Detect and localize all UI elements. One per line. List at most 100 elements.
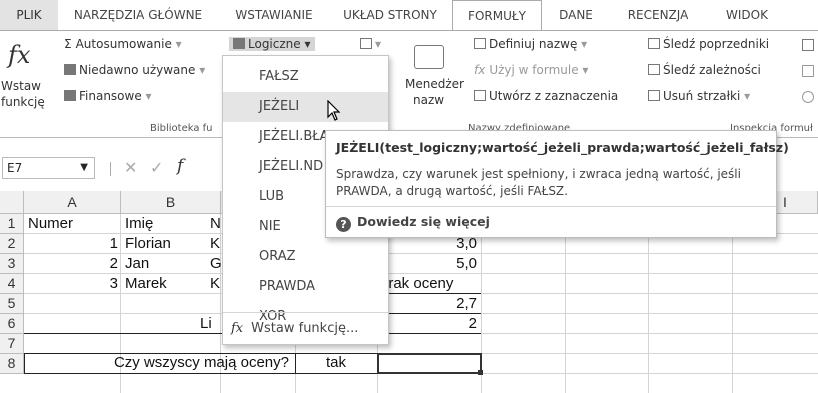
logical-button[interactable]: Logiczne ▾ xyxy=(229,37,315,51)
active-cell-e7[interactable] xyxy=(377,353,482,374)
cell-e4[interactable]: brak oceny xyxy=(380,274,453,294)
insert-function-label-2: funkcję xyxy=(1,95,45,109)
cell-a3[interactable]: 2 xyxy=(24,254,118,274)
learn-more-link[interactable]: ? Dowiedz się więcej xyxy=(336,214,490,232)
use-in-formula-button[interactable]: fx Użyj w formule ▾ xyxy=(474,63,588,77)
chevron-down-icon: ▾ xyxy=(199,63,206,77)
tooltip-description: Sprawdza, czy warunek jest spełniony, i … xyxy=(336,167,741,198)
error-checking-icon[interactable] xyxy=(802,65,814,77)
row-header[interactable]: 6 xyxy=(0,314,24,334)
name-manager-icon xyxy=(414,45,444,69)
cell-e5[interactable]: 2,7 xyxy=(377,294,477,314)
autosum-button[interactable]: Σ Autosumowanie ▾ xyxy=(64,37,182,51)
fill-handle[interactable] xyxy=(478,370,483,375)
insert-function-button[interactable]: fx Wstaw funkcję xyxy=(0,31,46,121)
fx-small-icon: fx xyxy=(474,63,486,77)
recent-label: Niedawno używane xyxy=(79,63,196,77)
cell-a2[interactable]: 1 xyxy=(24,234,118,254)
lookup-book-icon xyxy=(360,38,372,49)
show-formulas-icon[interactable] xyxy=(802,39,814,51)
trace-dependents-button[interactable]: Śledź zależności xyxy=(648,63,761,77)
cell-c4[interactable]: K xyxy=(210,274,220,294)
ribbon-tabs: PLIK NARZĘDZIA GŁÓWNE WSTAWIANIE UKŁAD S… xyxy=(0,0,818,31)
name-box-value: E7 xyxy=(7,161,23,175)
library-group-label: Biblioteka fu xyxy=(150,123,213,134)
trace-precedents-button[interactable]: Śledź poprzedniki xyxy=(648,37,769,51)
financial-label: Finansowe xyxy=(79,89,142,103)
name-manager-label-2[interactable]: nazw xyxy=(413,93,444,107)
cell-c1[interactable]: N xyxy=(210,214,221,234)
evaluate-formula-icon[interactable] xyxy=(802,91,814,103)
chevron-down-icon: ▾ xyxy=(582,63,589,77)
column-header-i[interactable]: I xyxy=(775,191,795,214)
cell-d7[interactable]: tak xyxy=(295,353,377,373)
menu-item-oraz[interactable]: ORAZ xyxy=(223,242,388,272)
cell-c2[interactable]: K xyxy=(210,234,220,254)
cell-b2[interactable]: Florian xyxy=(125,234,171,254)
learn-more-label: Dowiedz się więcej xyxy=(357,214,490,229)
tab-insert[interactable]: WSTAWIANIE xyxy=(220,0,328,30)
cell-b1[interactable]: Imię xyxy=(125,214,153,234)
mouse-cursor-icon xyxy=(327,100,341,121)
name-box[interactable]: E7 ▼ xyxy=(2,157,95,179)
cell-a4[interactable]: 3 xyxy=(24,274,118,294)
financial-button[interactable]: Finansowe ▾ xyxy=(64,89,152,103)
tab-page-layout[interactable]: UKŁAD STRONY xyxy=(330,0,450,30)
tab-data[interactable]: DANE xyxy=(546,0,606,30)
row-header[interactable]: 2 xyxy=(0,234,24,254)
menu-item-insert-function[interactable]: fx Wstaw funkcję... xyxy=(223,314,388,344)
cell-b3[interactable]: Jan xyxy=(125,254,149,274)
chevron-down-icon: ▾ xyxy=(175,37,182,51)
confirm-icon[interactable]: ✓ xyxy=(150,158,163,177)
row-header[interactable]: 5 xyxy=(0,294,24,314)
row-header[interactable]: 4 xyxy=(0,274,24,294)
cancel-icon[interactable]: ✕ xyxy=(124,158,137,177)
fx-icon: fx xyxy=(231,321,244,336)
use-in-formula-label: Użyj w formule xyxy=(489,63,579,77)
select-all-corner[interactable] xyxy=(0,191,24,214)
column-header-a[interactable]: A xyxy=(24,191,121,214)
row-header[interactable]: 8 xyxy=(0,354,24,374)
cell-b4[interactable]: Marek xyxy=(125,274,167,294)
chevron-down-icon: ▾ xyxy=(145,89,152,103)
insert-function-label-1: Wstaw xyxy=(1,79,41,93)
menu-item-falsz[interactable]: FAŁSZ xyxy=(223,62,388,92)
tab-view[interactable]: WIDOK xyxy=(712,0,782,30)
formula-bar-divider xyxy=(110,162,111,176)
tab-formulas[interactable]: FORMUŁY xyxy=(452,0,542,31)
cell-e6[interactable]: 2 xyxy=(377,314,477,334)
grid-icon xyxy=(474,90,486,101)
lookup-button[interactable]: ▾ xyxy=(360,37,381,51)
define-name-button[interactable]: Definiuj nazwę ▾ xyxy=(474,37,587,51)
tab-file[interactable]: PLIK xyxy=(0,0,58,30)
row-header[interactable]: 3 xyxy=(0,254,24,274)
fx-icon[interactable]: f xyxy=(177,156,183,176)
recent-button[interactable]: Niedawno używane ▾ xyxy=(64,63,205,77)
remove-arrows-label: Usuń strzałki xyxy=(663,89,741,103)
tab-home[interactable]: NARZĘDZIA GŁÓWNE xyxy=(60,0,216,30)
menu-item-prawda[interactable]: PRAWDA xyxy=(223,272,388,302)
row-header[interactable]: 7 xyxy=(0,334,24,354)
chevron-down-icon: ▾ xyxy=(744,89,751,103)
sigma-icon: Σ xyxy=(64,37,72,51)
trace-precedents-label: Śledź poprzedniki xyxy=(663,37,770,51)
column-header-b[interactable]: B xyxy=(121,191,221,214)
cell-e3[interactable]: 5,0 xyxy=(377,254,477,274)
cell-a7[interactable]: Czy wszyscy mają oceny? xyxy=(24,353,295,373)
define-name-label: Definiuj nazwę xyxy=(489,37,578,51)
row-header[interactable]: 1 xyxy=(0,214,24,234)
tooltip-title: JEŻELI(test_logiczny;wartość_jeżeli_praw… xyxy=(336,140,789,155)
cell-c3[interactable]: G xyxy=(210,254,222,274)
logical-label: Logiczne xyxy=(248,37,301,51)
financial-book-icon xyxy=(64,90,76,101)
cell-a1[interactable]: Numer xyxy=(28,214,73,234)
menu-item-jezeli[interactable]: JEŻELI xyxy=(223,92,388,122)
help-icon: ? xyxy=(336,217,351,232)
gridline xyxy=(648,214,649,393)
autosum-label: Autosumowanie xyxy=(75,37,172,51)
tab-review[interactable]: RECENZJA xyxy=(614,0,702,30)
create-from-selection-button[interactable]: Utwórz z zaznaczenia xyxy=(474,89,618,103)
remove-arrows-button[interactable]: Usuń strzałki ▾ xyxy=(648,89,750,103)
cell-b6[interactable]: Li xyxy=(200,314,212,334)
name-manager-label-1[interactable]: Menedżer xyxy=(405,77,464,91)
